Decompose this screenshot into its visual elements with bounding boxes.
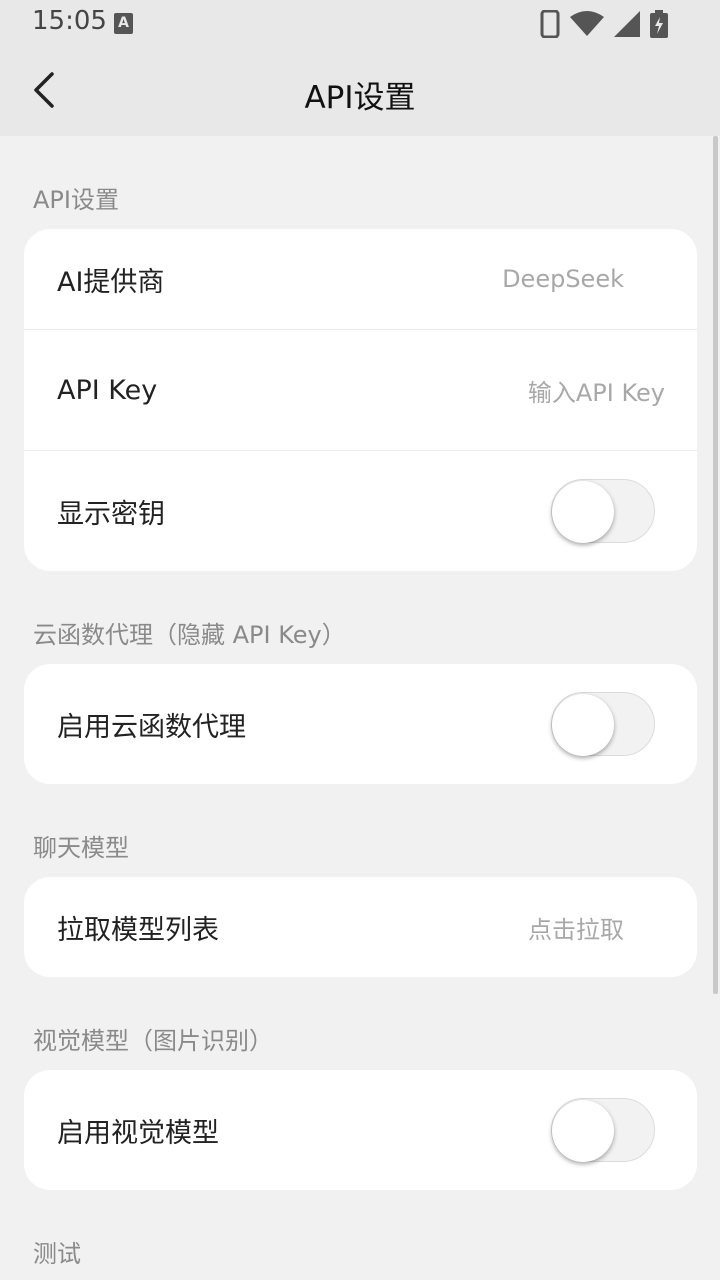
show-key-label: 显示密钥	[57, 498, 165, 530]
section-title-chat-model: 聊天模型	[33, 834, 129, 862]
fetch-models-action[interactable]: 点击拉取	[528, 910, 624, 945]
enable-proxy-row: 启用云函数代理	[24, 664, 697, 784]
toggle-knob	[552, 481, 614, 543]
signal-icon	[614, 11, 640, 37]
status-time: 15:05	[32, 6, 107, 36]
app-notification-icon: A	[114, 13, 133, 34]
proxy-card: 启用云函数代理	[24, 664, 697, 784]
show-key-toggle[interactable]	[551, 479, 655, 543]
enable-proxy-label: 启用云函数代理	[57, 711, 246, 743]
section-title-proxy: 云函数代理（隐藏 API Key）	[33, 621, 346, 649]
enable-proxy-toggle[interactable]	[551, 692, 655, 756]
section-title-test: 测试	[33, 1240, 81, 1268]
app-bar: API设置	[0, 48, 720, 136]
status-bar: 15:05 A	[0, 0, 720, 48]
api-key-input[interactable]: 输入API Key	[528, 373, 665, 408]
page-title: API设置	[304, 80, 416, 116]
wifi-icon	[570, 11, 604, 37]
status-icons	[540, 8, 668, 40]
ai-provider-row[interactable]: AI提供商 DeepSeek	[24, 229, 697, 329]
fetch-models-row[interactable]: 拉取模型列表 点击拉取	[24, 877, 697, 977]
battery-charging-icon	[650, 10, 668, 38]
phone-icon	[540, 10, 560, 38]
ai-provider-label: AI提供商	[57, 266, 165, 298]
api-key-row[interactable]: API Key 输入API Key	[24, 329, 697, 450]
section-title-vision-model: 视觉模型（图片识别）	[33, 1027, 273, 1055]
section-title-api: API设置	[33, 186, 119, 214]
api-settings-card: AI提供商 DeepSeek API Key 输入API Key 显示密钥	[24, 229, 697, 571]
enable-vision-label: 启用视觉模型	[57, 1117, 219, 1149]
toggle-knob	[552, 1100, 614, 1162]
enable-vision-toggle[interactable]	[551, 1098, 655, 1162]
enable-vision-row: 启用视觉模型	[24, 1070, 697, 1190]
ai-provider-value: DeepSeek	[502, 265, 624, 293]
show-key-row: 显示密钥	[24, 450, 697, 571]
chat-model-card: 拉取模型列表 点击拉取	[24, 877, 697, 977]
fetch-models-label: 拉取模型列表	[57, 914, 219, 946]
settings-content: API设置 AI提供商 DeepSeek API Key 输入API Key 显…	[0, 136, 720, 1280]
toggle-knob	[552, 694, 614, 756]
vision-model-card: 启用视觉模型	[24, 1070, 697, 1190]
api-key-label: API Key	[57, 374, 158, 406]
